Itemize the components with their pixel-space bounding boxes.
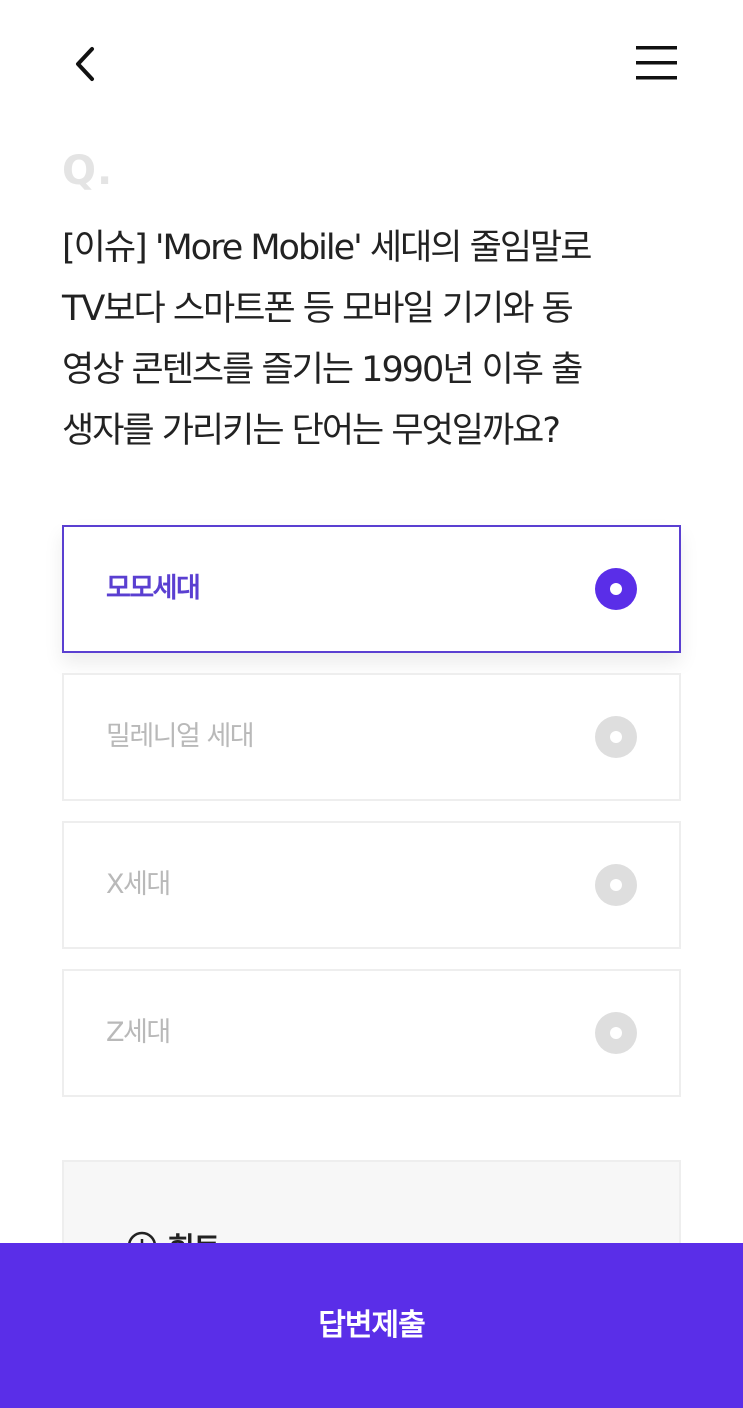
top-bar	[0, 0, 743, 125]
question-line: [이슈] 'More Mobile' 세대의 줄임말로	[62, 228, 592, 268]
submit-answer-button[interactable]: 답변제출	[0, 1243, 743, 1408]
answer-option-3[interactable]: X세대	[62, 821, 681, 949]
radio-button-icon[interactable]	[595, 1012, 637, 1054]
answer-option-1[interactable]: 모모세대	[62, 525, 681, 653]
answer-option-label: 모모세대	[106, 573, 201, 604]
answer-option-label: X세대	[106, 869, 171, 900]
question-line: 생자를 가리키는 단어는 무엇일까요?	[62, 411, 561, 451]
back-button[interactable]	[62, 40, 110, 88]
answer-option-2[interactable]: 밀레니얼 세대	[62, 673, 681, 801]
answer-options: 모모세대 밀레니얼 세대 X세대 Z세대	[62, 525, 681, 1117]
answer-option-label: Z세대	[106, 1017, 171, 1048]
chevron-left-icon	[76, 47, 94, 81]
answer-option-label: 밀레니얼 세대	[106, 721, 255, 752]
radio-button-icon[interactable]	[595, 568, 637, 610]
hamburger-menu-icon	[636, 46, 677, 80]
radio-button-icon[interactable]	[595, 716, 637, 758]
answer-option-4[interactable]: Z세대	[62, 969, 681, 1097]
question-text: [이슈] 'More Mobile' 세대의 줄임말로 TV보다 스마트폰 등 …	[62, 218, 682, 462]
menu-button[interactable]	[628, 38, 684, 90]
radio-button-icon[interactable]	[595, 864, 637, 906]
question-marker: Q.	[62, 148, 114, 194]
question-line: TV보다 스마트폰 등 모바일 기기와 동	[62, 289, 574, 329]
question-line: 영상 콘텐츠를 즐기는 1990년 이후 출	[62, 350, 583, 390]
